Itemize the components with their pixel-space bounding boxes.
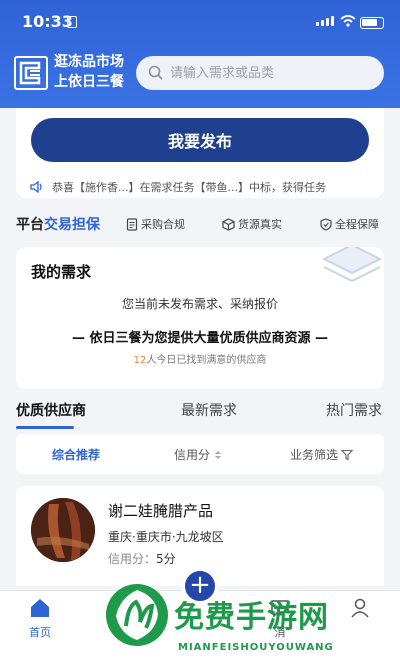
brand-line-1: 逛冻品市场 [54, 54, 124, 70]
search-input[interactable] [170, 56, 370, 90]
battery-icon [360, 17, 384, 29]
brand-slogan: 逛冻品市场 上依日三餐 [54, 52, 124, 92]
search-icon [148, 65, 163, 80]
brand-line-2: 上依日三餐 [54, 74, 124, 90]
watermark-title: 免费手游网 [174, 600, 329, 635]
promo-text: — 依日三餐为您提供大量优质供应商资源 — [71, 331, 329, 346]
status-time: 10:33 [22, 12, 73, 31]
supplier-avatar [31, 498, 95, 562]
notice-text: 恭喜【施作香...】在需求任务【带鱼...】中标，获得任务 [52, 181, 326, 194]
layers-decoration-icon [321, 247, 383, 283]
watermark-subtitle: MIANFEISHOUYOUWANG [178, 642, 334, 653]
watermark-logo [106, 584, 168, 646]
active-tab-indicator [16, 426, 74, 429]
filter-business-label: 业务筛选 [290, 448, 339, 462]
guarantee-title: 平台交易担保 [16, 214, 100, 234]
guarantee-label-protection: 全程保障 [335, 218, 379, 231]
search-bar[interactable] [136, 56, 384, 90]
found-suffix: 人今日已找到满意的供应商 [146, 355, 267, 366]
guarantee-title-highlight: 交易担保 [44, 217, 100, 233]
publish-button[interactable]: 我要发布 [31, 118, 369, 162]
watermark: 免费手游网 MIANFEISHOUYOUWANG [104, 574, 394, 664]
supplier-credit: 信用分：5分 [108, 550, 176, 567]
filter-recommended[interactable]: 综合推荐 [52, 446, 100, 463]
home-icon [31, 599, 49, 617]
filter-business[interactable]: 业务筛选 [290, 446, 354, 463]
platform-guarantee: 平台交易担保 采购合规 货源真实 全程保障 [16, 212, 386, 236]
box-icon [222, 217, 235, 231]
status-bar: 10:33 [0, 0, 400, 44]
tabbar-home-label: 首页 [29, 626, 51, 639]
wifi-icon [340, 15, 356, 27]
credit-label: 信用分： [108, 552, 157, 566]
speaker-icon [30, 181, 42, 193]
app-logo [14, 56, 48, 90]
tab-latest-demands[interactable]: 最新需求 [181, 400, 237, 420]
supplier-name: 谢二娃腌腊产品 [108, 502, 214, 520]
filter-bar: 综合推荐 信用分 业务筛选 [16, 434, 384, 474]
guarantee-item-authentic: 货源真实 [222, 216, 282, 232]
guarantee-item-compliance: 采购合规 [126, 216, 185, 232]
my-demand-title: 我的需求 [31, 263, 92, 281]
guarantee-title-prefix: 平台 [16, 217, 44, 233]
funnel-icon [341, 449, 354, 460]
content-tabs: 优质供应商 最新需求 热门需求 [16, 400, 386, 430]
notice-bar[interactable]: 恭喜【施作香...】在需求任务【带鱼...】中标，获得任务 [30, 177, 380, 197]
guarantee-item-protection: 全程保障 [320, 216, 379, 232]
supplier-location: 重庆·重庆市·九龙坡区 [108, 530, 224, 544]
found-count: 12 [133, 355, 147, 366]
found-supplier-text: 12人今日已找到满意的供应商 [16, 351, 384, 366]
empty-demand-text: 您当前未发布需求、采纳报价 [121, 297, 278, 311]
guarantee-label-authentic: 货源真实 [238, 218, 282, 231]
filter-credit-score[interactable]: 信用分 [174, 446, 223, 463]
tab-quality-suppliers[interactable]: 优质供应商 [16, 400, 86, 420]
sort-arrows-icon [215, 450, 222, 459]
tab-hot-demands[interactable]: 热门需求 [326, 400, 382, 420]
signal-icon [316, 16, 334, 26]
tabbar-home[interactable]: 首页 [10, 597, 70, 640]
shield-icon [320, 217, 332, 231]
credit-value: 5分 [156, 552, 176, 566]
my-demand-card: 我的需求 您当前未发布需求、采纳报价 — 依日三餐为您提供大量优质供应商资源 —… [16, 247, 384, 389]
guarantee-label-compliance: 采购合规 [141, 218, 185, 231]
filter-credit-label: 信用分 [174, 448, 211, 462]
document-icon [126, 217, 138, 231]
lock-icon [67, 16, 77, 28]
